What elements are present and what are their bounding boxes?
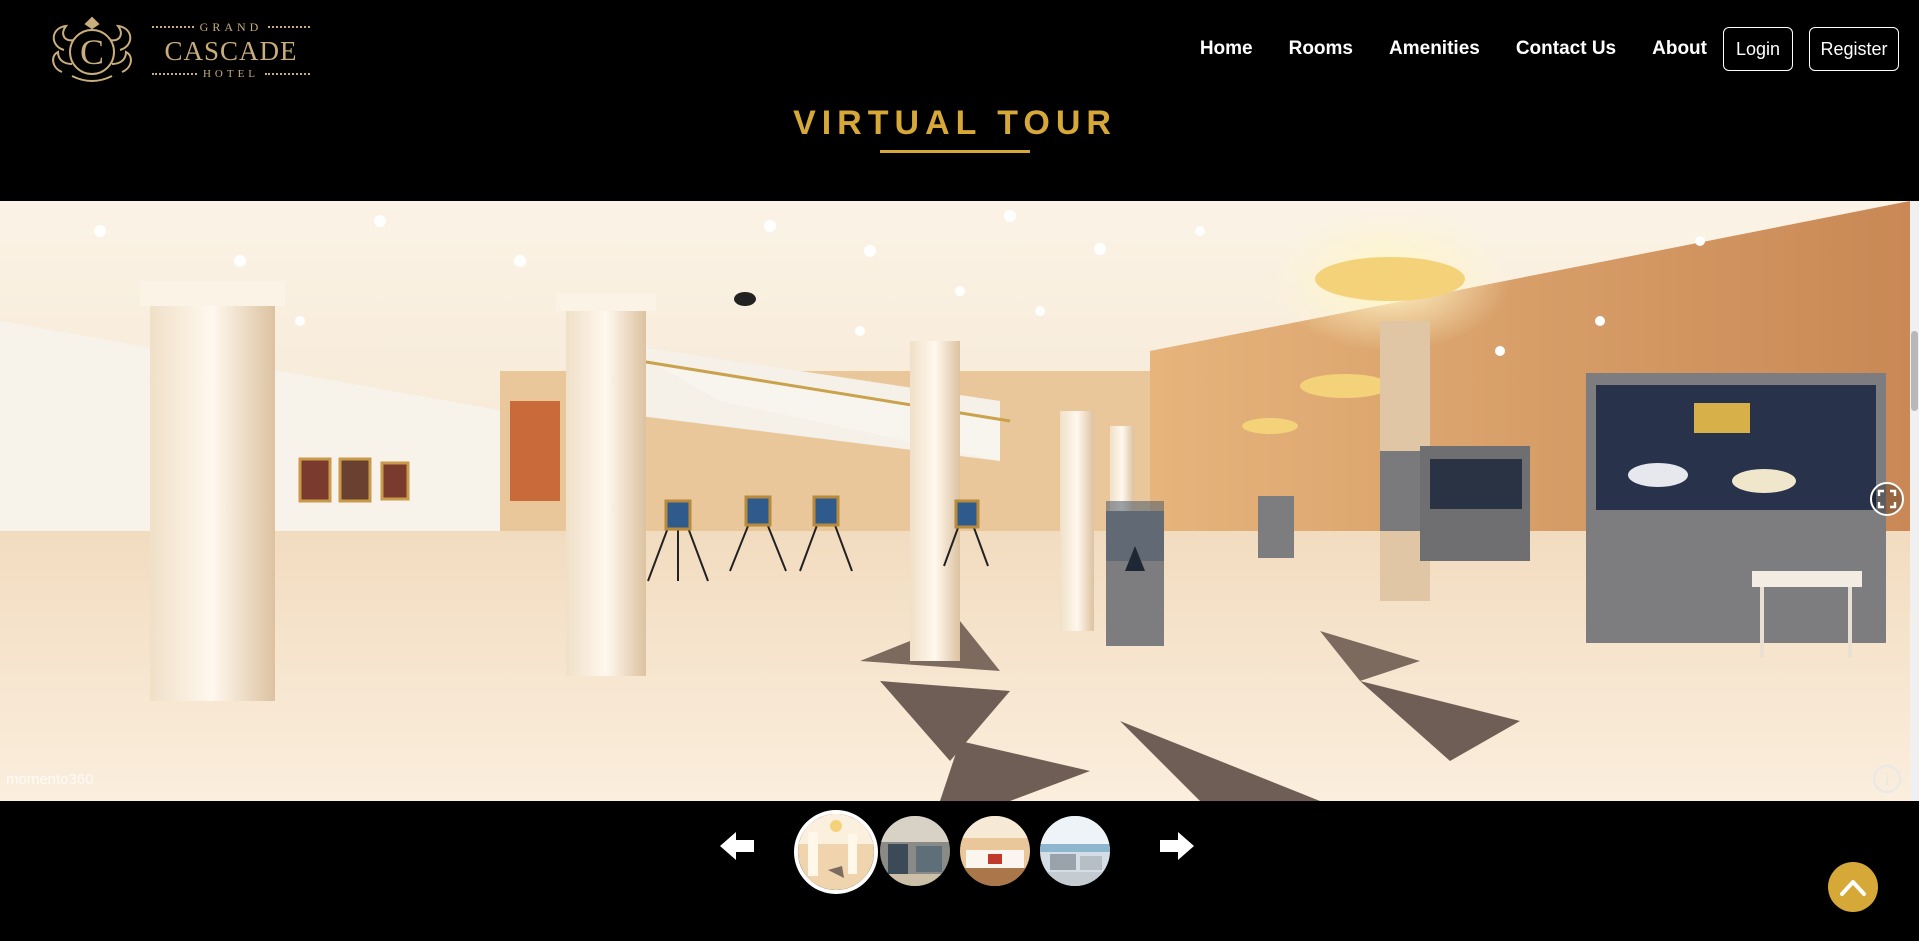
login-button[interactable]: Login [1723,27,1793,71]
brand-wordmark: GRAND CASCADE HOTEL [152,19,311,80]
nav-contact-us[interactable]: Contact Us [1516,38,1616,60]
register-button[interactable]: Register [1809,27,1899,71]
nav-about[interactable]: About [1652,38,1707,60]
brand-top-text: GRAND [199,19,263,34]
fullscreen-icon [1877,489,1897,509]
brand-bottom-text: HOTEL [202,68,260,80]
tour-thumbnail-1[interactable] [794,810,878,894]
crest-emblem-icon: C [52,16,132,82]
tour-thumbnail-3[interactable] [960,816,1030,886]
thumbnail-image [960,816,1030,886]
nav-home[interactable]: Home [1200,38,1253,60]
brand-logo[interactable]: C GRAND CASCADE HOTEL [44,14,311,86]
chevron-up-icon [1840,880,1866,896]
info-button[interactable]: i [1873,765,1901,793]
panorama-image[interactable] [0,201,1910,801]
arrow-left-icon [720,832,754,860]
section-title: VIRTUAL TOUR [793,104,1117,142]
nav-rooms[interactable]: Rooms [1289,38,1353,60]
panorama-viewer[interactable]: momento360 [0,201,1910,801]
thumbnail-image [798,814,874,890]
tour-thumbnail-4[interactable] [1040,816,1110,886]
arrow-right-icon [1160,832,1194,860]
main-nav: Home Rooms Amenities Contact Us About Lo… [1200,26,1899,72]
viewer-watermark: momento360 [6,771,94,788]
thumbnail-image [880,816,950,886]
info-icon: i [1884,769,1890,789]
thumbnail-image [1040,816,1110,886]
nav-amenities[interactable]: Amenities [1389,38,1480,60]
scrollbar-thumb[interactable] [1911,331,1918,411]
next-arrow-button[interactable] [1156,830,1196,862]
site-header: C GRAND CASCADE HOTEL Home Rooms Ameniti… [0,0,1919,100]
back-to-top-button[interactable] [1828,862,1878,912]
prev-arrow-button[interactable] [718,830,758,862]
page-scrollbar[interactable] [1910,201,1919,801]
tour-thumbnail-2[interactable] [880,816,950,886]
fullscreen-button[interactable] [1870,482,1904,516]
title-underline [880,150,1030,153]
brand-name: CASCADE [164,36,298,66]
svg-text:C: C [80,32,104,72]
